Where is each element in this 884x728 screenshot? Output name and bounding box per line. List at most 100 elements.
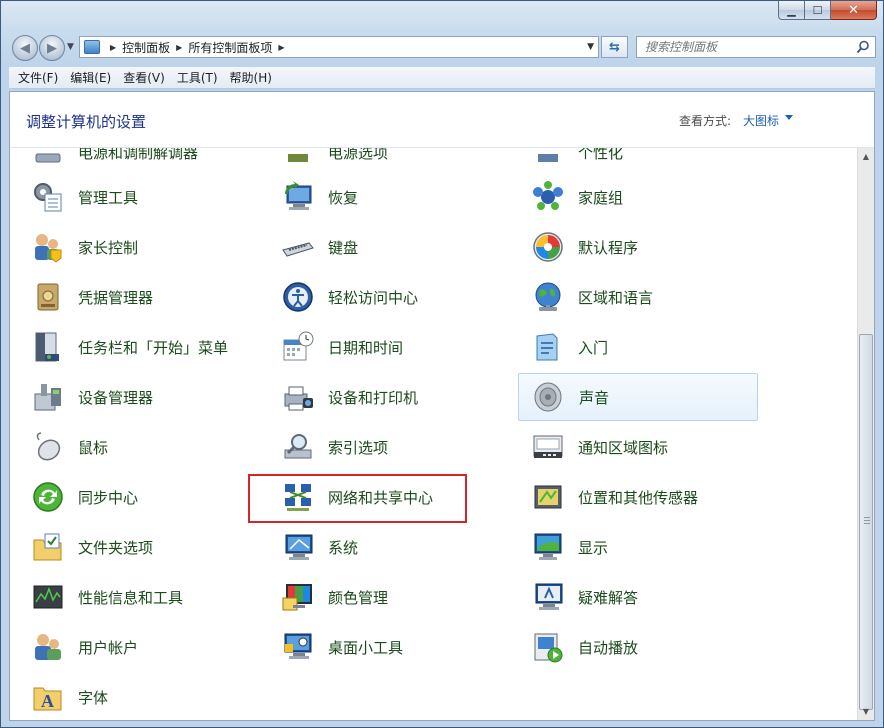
view-by-dropdown[interactable]: 大图标 <box>743 112 779 129</box>
ease-of-access-icon <box>280 280 316 314</box>
getting-started-icon <box>530 330 566 364</box>
item-label: 桌面小工具 <box>328 638 404 657</box>
search-input[interactable] <box>645 40 845 54</box>
item-sound[interactable]: 声音 <box>518 373 758 421</box>
caption-buttons: ▁ ☐ ✕ <box>778 1 877 20</box>
item-folder-options[interactable]: 文件夹选项 <box>18 523 258 571</box>
search-icon[interactable] <box>856 40 870 54</box>
scroll-up-button[interactable]: ▲ <box>858 148 874 165</box>
recent-pages-dropdown[interactable]: ▼ <box>67 42 74 52</box>
forward-button[interactable]: ▶ <box>39 35 65 61</box>
menu-file[interactable]: 文件(F) <box>13 69 65 86</box>
item-parental-controls[interactable]: 家长控制 <box>18 223 258 271</box>
menu-view[interactable]: 查看(V) <box>118 69 172 86</box>
item-date-time[interactable]: 日期和时间 <box>268 323 508 371</box>
mouse-icon <box>30 430 66 464</box>
item-indexing-options[interactable]: 索引选项 <box>268 423 508 471</box>
item-label: 自动播放 <box>578 638 639 657</box>
address-dropdown[interactable]: ▼ <box>587 42 594 52</box>
parental-controls-icon <box>30 230 66 264</box>
item-user-accounts[interactable]: 用户帐户 <box>18 623 258 671</box>
item-label: 轻松访问中心 <box>328 288 419 307</box>
speaker-icon <box>531 380 567 414</box>
close-button[interactable]: ✕ <box>831 1 877 20</box>
menu-bar: 文件(F) 编辑(E) 查看(V) 工具(T) 帮助(H) <box>9 67 875 89</box>
item-troubleshooting[interactable]: 疑难解答 <box>518 573 758 621</box>
item-ease-of-access[interactable]: 轻松访问中心 <box>268 273 508 321</box>
breadcrumb-control-panel[interactable]: 控制面板 <box>122 39 170 56</box>
breadcrumb-separator[interactable]: ▶ <box>278 43 284 52</box>
breadcrumb-all-items[interactable]: 所有控制面板项 <box>188 39 272 56</box>
item-label: 系统 <box>328 538 359 557</box>
vertical-scrollbar[interactable]: ▲ ▼ <box>857 148 874 720</box>
item-desktop-gadgets[interactable]: 桌面小工具 <box>268 623 508 671</box>
menu-edit[interactable]: 编辑(E) <box>65 69 118 86</box>
keyboard-icon <box>280 230 316 264</box>
item-label: 显示 <box>578 538 609 557</box>
minimize-button[interactable]: ▁ <box>778 1 805 20</box>
back-button[interactable]: ◀ <box>12 35 38 61</box>
device-manager-icon <box>30 380 66 414</box>
menu-tools[interactable]: 工具(T) <box>172 69 225 86</box>
item-keyboard[interactable]: 键盘 <box>268 223 508 271</box>
content-pane: 电源和调制解调器 电源选项 个性化 管理工具 家长控制 凭据管理器 任务栏和「开… <box>9 91 875 721</box>
item-label: 声音 <box>579 388 610 407</box>
control-panel-icon <box>84 40 100 54</box>
page-title: 调整计算机的设置 <box>26 113 147 131</box>
scroll-down-button[interactable]: ▼ <box>858 703 874 720</box>
item-system[interactable]: 系统 <box>268 523 508 571</box>
item-credential-manager[interactable]: 凭据管理器 <box>18 273 258 321</box>
folder-options-icon <box>30 530 66 564</box>
item-label: 文件夹选项 <box>78 538 154 557</box>
breadcrumb-separator[interactable]: ▶ <box>110 43 116 52</box>
fonts-icon: A <box>30 680 66 714</box>
item-recovery[interactable]: 恢复 <box>268 173 508 221</box>
item-homegroup[interactable]: 家庭组 <box>518 173 758 221</box>
item-label: 区域和语言 <box>578 288 654 307</box>
item-label: 位置和其他传感器 <box>578 488 699 507</box>
search-box[interactable] <box>636 36 876 58</box>
maximize-button[interactable]: ☐ <box>805 1 831 20</box>
items-grid: 电源和调制解调器 电源选项 个性化 管理工具 家长控制 凭据管理器 任务栏和「开… <box>10 92 860 720</box>
grip-icon <box>864 517 870 524</box>
item-label: 管理工具 <box>78 188 139 207</box>
item-admin-tools[interactable]: 管理工具 <box>18 173 258 221</box>
item-default-programs[interactable]: 默认程序 <box>518 223 758 271</box>
item-mouse[interactable]: 鼠标 <box>18 423 258 471</box>
item-notification-icons[interactable]: 通知区域图标 <box>518 423 758 471</box>
item-color-management[interactable]: 颜色管理 <box>268 573 508 621</box>
user-accounts-icon <box>30 630 66 664</box>
item-label: 性能信息和工具 <box>78 588 184 607</box>
credential-manager-icon <box>30 280 66 314</box>
item-display[interactable]: 显示 <box>518 523 758 571</box>
printer-icon <box>280 380 316 414</box>
item-autoplay[interactable]: 自动播放 <box>518 623 758 671</box>
item-performance[interactable]: 性能信息和工具 <box>18 573 258 621</box>
item-fonts[interactable]: A 字体 <box>18 673 258 720</box>
location-sensors-icon <box>530 480 566 514</box>
item-label: 鼠标 <box>78 438 109 457</box>
menu-help[interactable]: 帮助(H) <box>225 69 279 86</box>
item-device-manager[interactable]: 设备管理器 <box>18 373 258 421</box>
admin-tools-icon <box>30 180 66 214</box>
item-getting-started[interactable]: 入门 <box>518 323 758 371</box>
item-label: 通知区域图标 <box>578 438 669 457</box>
svg-text:A: A <box>41 691 54 711</box>
address-bar[interactable]: ▶ 控制面板 ▶ 所有控制面板项 ▶ ▼ <box>79 36 599 58</box>
breadcrumb-separator[interactable]: ▶ <box>176 43 182 52</box>
sync-center-icon <box>30 480 66 514</box>
item-location-sensors[interactable]: 位置和其他传感器 <box>518 473 758 521</box>
system-icon <box>280 530 316 564</box>
globe-icon <box>530 280 566 314</box>
item-label: 恢复 <box>328 188 359 207</box>
chevron-down-icon[interactable] <box>785 115 793 120</box>
item-label: 任务栏和「开始」菜单 <box>78 338 229 357</box>
refresh-button[interactable]: ⇆ <box>601 36 628 58</box>
item-taskbar-start[interactable]: 任务栏和「开始」菜单 <box>18 323 258 371</box>
item-region-language[interactable]: 区域和语言 <box>518 273 758 321</box>
item-devices-printers[interactable]: 设备和打印机 <box>268 373 508 421</box>
content-header: 调整计算机的设置 查看方式: 大图标 <box>10 92 874 148</box>
autoplay-icon <box>530 630 566 664</box>
scroll-thumb[interactable] <box>859 334 873 710</box>
item-sync-center[interactable]: 同步中心 <box>18 473 258 521</box>
